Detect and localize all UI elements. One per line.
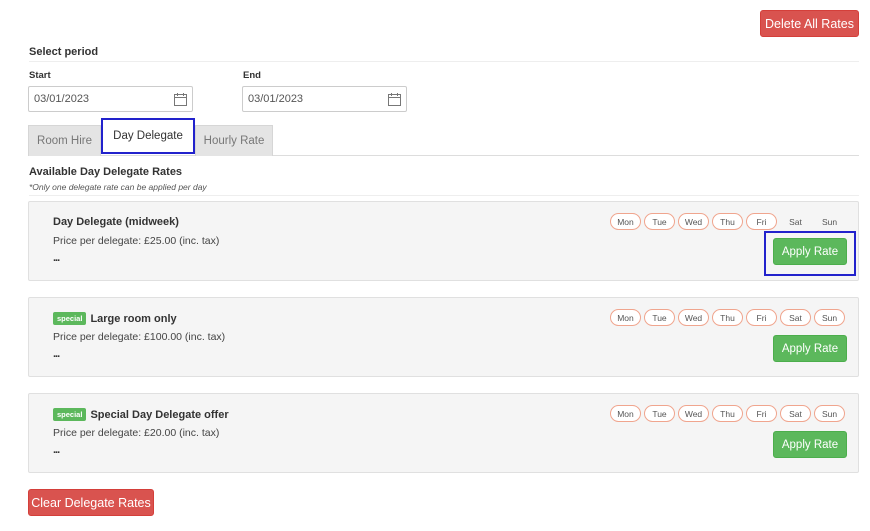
- rate-card: special Special Day Delegate offer Price…: [28, 393, 859, 473]
- rate-name: Large room only: [90, 312, 177, 325]
- more-link[interactable]: ...: [53, 444, 60, 456]
- rate-price: Price per delegate: £25.00 (inc. tax): [53, 235, 220, 247]
- day-wed: Wed: [678, 213, 709, 230]
- day-sun: Sun: [814, 309, 845, 326]
- tab-room-hire[interactable]: Room Hire: [28, 125, 101, 156]
- start-date-field[interactable]: 03/01/2023: [28, 86, 193, 112]
- delete-all-rates-button[interactable]: Delete All Rates: [760, 10, 859, 37]
- special-badge: special: [53, 408, 87, 421]
- day-sun: Sun: [814, 405, 845, 422]
- day-sun: Sun: [821, 216, 838, 227]
- apply-rate-button[interactable]: Apply Rate: [773, 431, 847, 458]
- day-sat: Sat: [780, 309, 811, 326]
- tabs-baseline: [28, 155, 859, 156]
- day-fri: Fri: [746, 309, 777, 326]
- available-rates-title: Available Day Delegate Rates: [29, 166, 183, 178]
- tab-day-delegate[interactable]: Day Delegate: [101, 118, 195, 154]
- rate-title: Day Delegate (midweek): [53, 216, 179, 228]
- available-days: Mon Tue Wed Thu Fri Sat Sun: [610, 309, 845, 326]
- apply-rate-button[interactable]: Apply Rate: [773, 238, 847, 265]
- day-sat: Sat: [789, 216, 802, 227]
- day-mon: Mon: [610, 309, 641, 326]
- day-tue: Tue: [644, 405, 675, 422]
- start-label: Start: [29, 70, 51, 81]
- divider: [29, 61, 859, 62]
- day-tue: Tue: [644, 213, 675, 230]
- day-thu: Thu: [712, 213, 743, 230]
- tab-hourly-rate[interactable]: Hourly Rate: [195, 125, 273, 156]
- available-days: Mon Tue Wed Thu Fri Sat Sun: [610, 213, 845, 230]
- rate-name: Day Delegate (midweek): [53, 216, 179, 228]
- start-date-value: 03/01/2023: [34, 93, 90, 105]
- day-fri: Fri: [746, 213, 777, 230]
- special-badge: special: [53, 312, 87, 325]
- end-date-value: 03/01/2023: [248, 93, 304, 105]
- rate-title: special Special Day Delegate offer: [53, 408, 229, 421]
- day-mon: Mon: [610, 405, 641, 422]
- more-link[interactable]: ...: [53, 252, 60, 264]
- apply-rate-button[interactable]: Apply Rate: [773, 335, 847, 362]
- rate-title: special Large room only: [53, 312, 177, 325]
- divider: [29, 195, 859, 196]
- more-link[interactable]: ...: [53, 348, 60, 360]
- day-fri: Fri: [746, 405, 777, 422]
- rate-card: special Large room only Price per delega…: [28, 297, 859, 377]
- day-mon: Mon: [610, 213, 641, 230]
- select-period-heading: Select period: [29, 46, 99, 58]
- day-sat: Sat: [780, 405, 811, 422]
- clear-delegate-rates-button[interactable]: Clear Delegate Rates: [28, 489, 154, 516]
- rates-note: *Only one delegate rate can be applied p…: [29, 182, 207, 192]
- rate-name: Special Day Delegate offer: [90, 408, 229, 421]
- day-wed: Wed: [678, 405, 709, 422]
- available-days: Mon Tue Wed Thu Fri Sat Sun: [610, 405, 845, 422]
- day-thu: Thu: [712, 309, 743, 326]
- end-label: End: [243, 70, 261, 81]
- day-thu: Thu: [712, 405, 743, 422]
- rate-price: Price per delegate: £20.00 (inc. tax): [53, 427, 220, 439]
- rate-price: Price per delegate: £100.00 (inc. tax): [53, 331, 226, 343]
- day-wed: Wed: [678, 309, 709, 326]
- rate-card: Day Delegate (midweek) Price per delegat…: [28, 201, 859, 281]
- end-date-field[interactable]: 03/01/2023: [242, 86, 407, 112]
- calendar-icon[interactable]: [388, 93, 401, 106]
- day-tue: Tue: [644, 309, 675, 326]
- calendar-icon[interactable]: [174, 93, 187, 106]
